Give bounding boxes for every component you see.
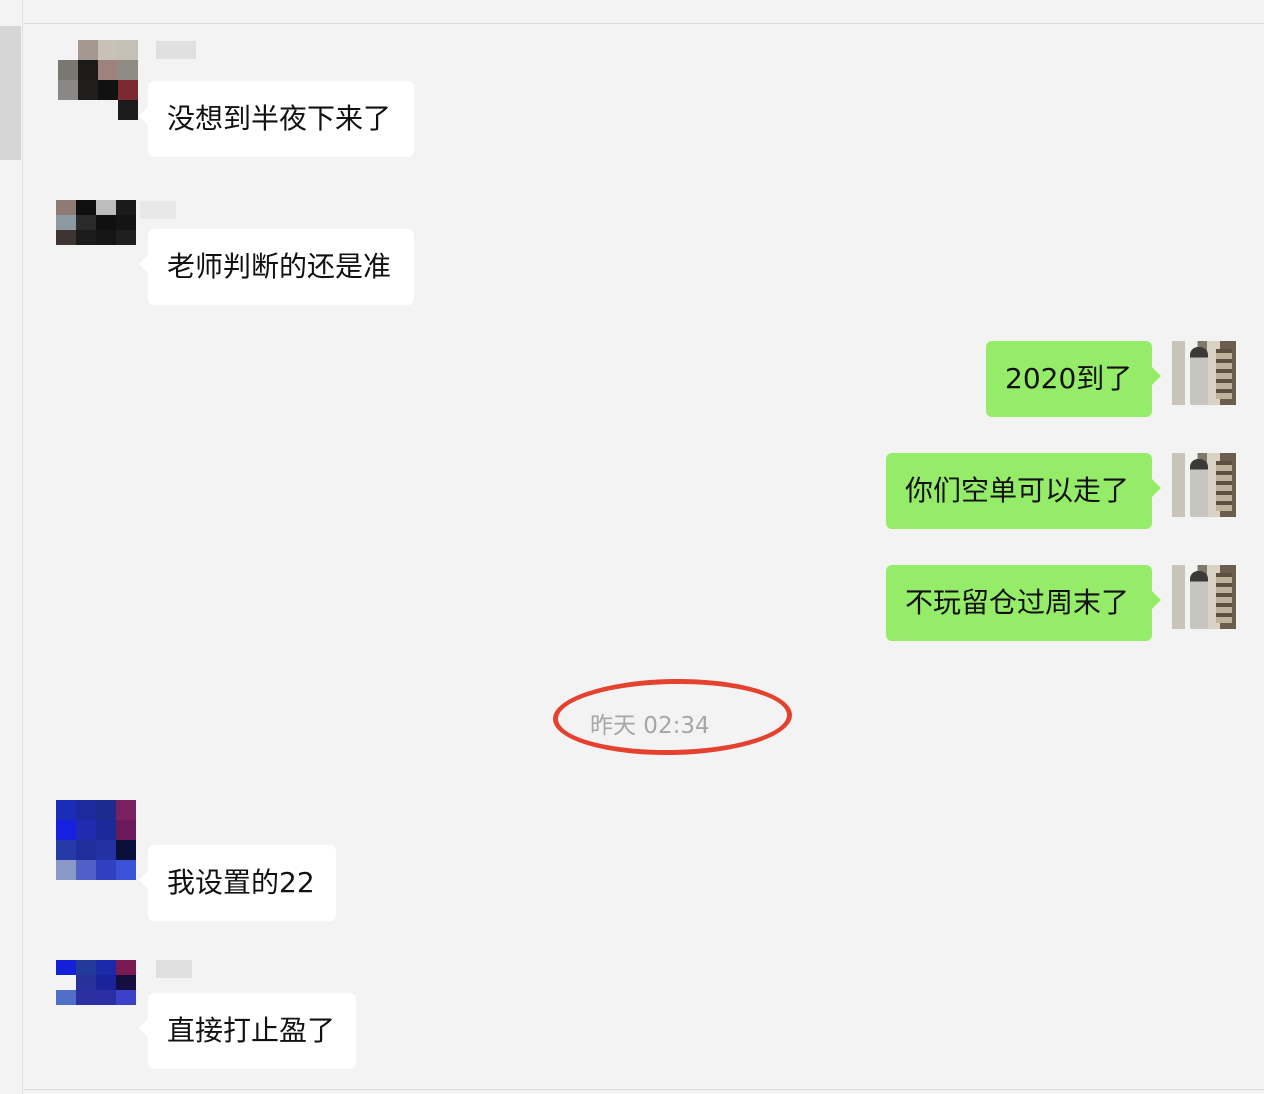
message-bubble-incoming[interactable]: 我设置的22 [139, 845, 336, 921]
avatar-pixelated-2[interactable] [56, 200, 136, 260]
chat-left-border [22, 0, 23, 1094]
chat-bottom-divider [24, 1089, 1264, 1090]
chat-top-divider [24, 23, 1264, 24]
scrollbar-thumb[interactable] [0, 26, 21, 160]
message-text: 没想到半夜下来了 [167, 102, 392, 135]
sender-name-blurred [156, 960, 192, 978]
red-highlight-circle [552, 676, 793, 758]
message-bubble-incoming[interactable]: 没想到半夜下来了 [139, 81, 414, 157]
message-bubble-outgoing[interactable]: 不玩留仓过周末了 [886, 565, 1161, 641]
message-text: 我设置的22 [167, 866, 315, 899]
message-text: 老师判断的还是准 [167, 250, 392, 283]
avatar-self[interactable] [1172, 565, 1236, 629]
message-text: 你们空单可以走了 [905, 474, 1130, 507]
message-bubble-incoming[interactable]: 直接打止盈了 [139, 993, 356, 1069]
avatar-pixelated-4[interactable] [56, 960, 136, 1020]
avatar-pixelated-1[interactable] [58, 40, 138, 120]
sender-name-blurred [156, 41, 196, 59]
message-text: 直接打止盈了 [167, 1014, 336, 1047]
avatar-pixelated-3[interactable] [56, 800, 136, 880]
avatar-self[interactable] [1172, 341, 1236, 405]
sender-name-blurred [140, 201, 176, 219]
message-bubble-outgoing[interactable]: 你们空单可以走了 [886, 453, 1161, 529]
message-bubble-incoming[interactable]: 老师判断的还是准 [139, 229, 414, 305]
message-text: 不玩留仓过周末了 [905, 586, 1130, 619]
avatar-self[interactable] [1172, 453, 1236, 517]
message-bubble-outgoing[interactable]: 2020到了 [986, 341, 1161, 417]
message-text: 2020到了 [1005, 362, 1133, 395]
